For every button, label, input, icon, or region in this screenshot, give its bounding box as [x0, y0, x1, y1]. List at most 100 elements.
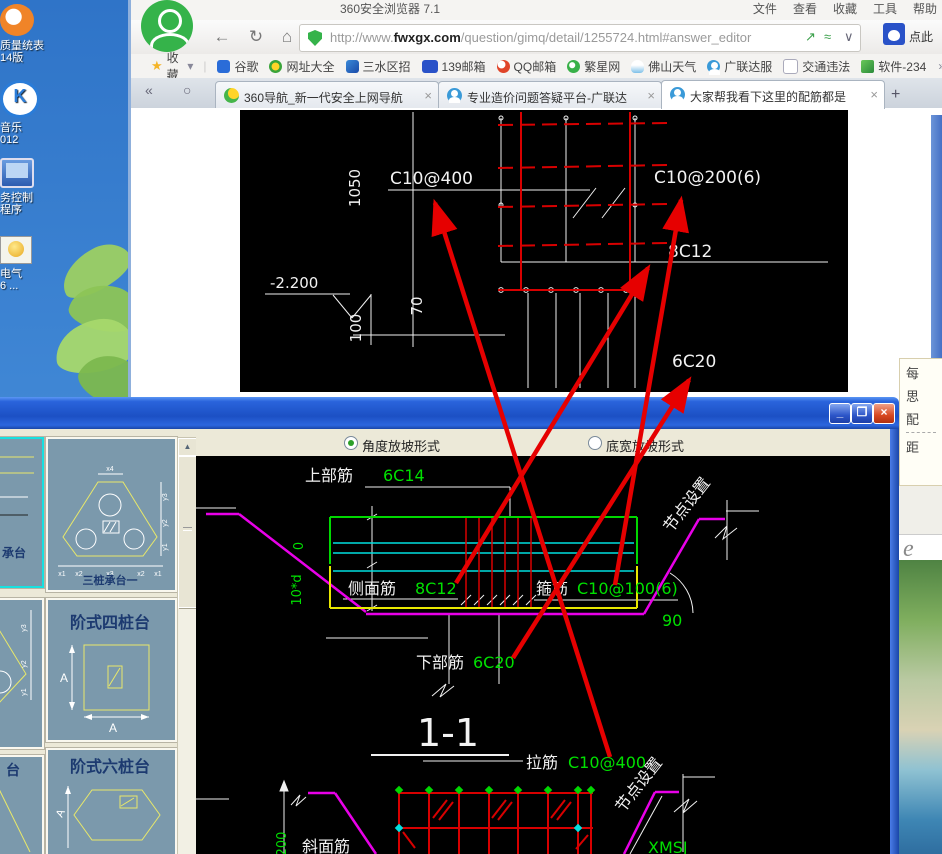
template-cell-selected-partial[interactable]: 承台: [0, 437, 44, 588]
tab-person-favicon: [670, 87, 685, 102]
traffic-doc-favicon: [783, 59, 798, 74]
minimize-icon: _: [837, 405, 844, 419]
desktop-icon-quality[interactable]: 质量统表 14版: [0, 4, 64, 64]
dim-zero: 0: [292, 542, 307, 550]
bookmark-weather[interactable]: 佛山天气: [631, 58, 696, 75]
side-rebar-lines: [333, 543, 634, 571]
template-scrollbar[interactable]: ▲: [177, 437, 198, 854]
tab-rebar-question[interactable]: 大家帮我看下这里的配筋都是 ×: [661, 80, 885, 109]
browser-titlebar[interactable]: 360安全浏览器 7.1 文件 查看 收藏 工具 帮助: [131, 0, 942, 20]
tab-close-icon[interactable]: ×: [870, 87, 878, 102]
bookmark-fanxing[interactable]: 繁星网: [567, 58, 620, 75]
dim-label: y2: [21, 660, 28, 668]
template-cell-partial-2[interactable]: y3 y2 y1: [0, 598, 44, 749]
favorites-caret-icon[interactable]: ▾: [187, 59, 193, 73]
menu-favorites[interactable]: 收藏: [833, 0, 857, 17]
address-bar[interactable]: http://www.fwxgx.com/question/gimq/detai…: [299, 24, 861, 52]
radio-angle-slope[interactable]: [344, 436, 358, 450]
cad-dim-1050: 1050: [346, 169, 364, 207]
extension-icon[interactable]: ≈: [824, 29, 831, 44]
minimize-button[interactable]: _: [829, 403, 851, 424]
bookmark-qqmail[interactable]: QQ邮箱: [497, 58, 557, 75]
tab-360-nav[interactable]: 360导航_新一代安全上网导航 ×: [215, 81, 439, 109]
template-cell-partial-3[interactable]: 台: [0, 755, 44, 854]
section-drawing-canvas[interactable]: 上部筋 6C14 侧面筋 8C12 箍筋 C10@100(6) 下部筋 6C20…: [196, 456, 890, 854]
question-cad-image[interactable]: 1050 C10@400 C10@200(6) 8C12 6C20 -2.200…: [240, 110, 848, 392]
template-cell-four-pile[interactable]: 阶式四桩台 A A: [46, 598, 177, 742]
baidu-search-label[interactable]: 点此: [909, 28, 933, 45]
close-button[interactable]: ×: [873, 403, 895, 424]
dialog-titlebar[interactable]: [0, 397, 899, 429]
bookmark-google[interactable]: 谷歌: [217, 58, 258, 75]
music-app-icon: K: [0, 80, 40, 118]
bookmark-glodon[interactable]: 广联达服: [707, 58, 772, 75]
tab-list-back-icon[interactable]: «: [145, 82, 153, 98]
weather-cloud-favicon: [631, 60, 644, 73]
tab-person-favicon: [447, 88, 462, 103]
menu-file[interactable]: 文件: [753, 0, 777, 17]
cad-label-6c20: 6C20: [672, 352, 716, 372]
window-title: 360安全浏览器 7.1: [340, 0, 440, 17]
bookmark-software[interactable]: 软件-234: [861, 58, 926, 75]
label-bottom-bar: 下部筋: [416, 653, 464, 672]
dim-label: y3: [21, 624, 28, 632]
page-gray-block: [899, 486, 942, 535]
desktop-icon-electric[interactable]: 电气 6 ...: [0, 236, 64, 292]
menu-help[interactable]: 帮助: [913, 0, 937, 17]
back-button[interactable]: ←: [209, 24, 235, 50]
user-avatar[interactable]: [141, 0, 193, 52]
glodon-favicon: [707, 60, 720, 73]
favorites-star-icon[interactable]: ★: [151, 58, 163, 74]
value-stirrup: C10@100(6): [577, 579, 678, 598]
site-shield-icon: [308, 30, 322, 46]
fragment-char: 思: [906, 386, 942, 405]
dim-label: A: [60, 671, 68, 685]
electric-app-icon: [0, 236, 32, 264]
share-icon[interactable]: ↗: [805, 29, 816, 45]
service-app-icon: [0, 158, 34, 188]
tab-close-icon[interactable]: ×: [424, 88, 432, 103]
mail139-favicon: [422, 60, 438, 73]
scroll-up-button[interactable]: ▲: [178, 438, 197, 456]
label-top-bar: 上部筋: [305, 466, 353, 485]
radio-width-label[interactable]: 底宽放坡形式: [606, 436, 684, 455]
page-blue-panel: [931, 115, 942, 358]
baidu-search-icon[interactable]: [883, 23, 905, 45]
bookmarks-overflow-icon[interactable]: »: [938, 59, 942, 73]
home-button[interactable]: ⌂: [274, 24, 300, 50]
refresh-button[interactable]: ↻: [243, 24, 269, 50]
template-cell-three-pile[interactable]: x4 y3 y2 y1 x1 x2 x3 x2 x1 三桩承台一: [46, 437, 177, 592]
tab-qa-platform[interactable]: 专业造价问题答疑平台-广联达 ×: [438, 81, 662, 109]
tab-restore-icon[interactable]: ○: [183, 82, 191, 98]
bookmark-wangzhi[interactable]: 网址大全: [269, 58, 334, 75]
menu-bar: 文件 查看 收藏 工具 帮助: [753, 0, 937, 17]
new-tab-button[interactable]: +: [891, 86, 900, 104]
url-text[interactable]: http://www.fwxgx.com/question/gimq/detai…: [330, 30, 751, 45]
top-rebar-lines: [330, 517, 637, 564]
dim-label: A: [54, 807, 68, 819]
icon-label: 14版: [0, 52, 23, 64]
menu-view[interactable]: 查看: [793, 0, 817, 17]
dim-label: y1: [21, 688, 28, 696]
fragment-char: 配: [906, 409, 942, 428]
icon-label: 电气: [0, 268, 22, 280]
template-cell-six-pile[interactable]: 阶式六桩台 A: [46, 748, 177, 854]
bookmark-traffic[interactable]: 交通违法: [783, 58, 850, 75]
desktop-icon-service[interactable]: 务控制 程序: [0, 158, 64, 216]
template-name: 阶式六桩台: [70, 757, 150, 776]
dropdown-chevron-icon[interactable]: ∨: [844, 29, 854, 45]
tab-close-icon[interactable]: ×: [647, 88, 655, 103]
bookmark-139mail[interactable]: 139邮箱: [422, 58, 486, 75]
desktop-icon-music[interactable]: K 音乐 012: [0, 80, 64, 146]
sanshui-favicon: [346, 60, 359, 73]
bookmark-sanshui[interactable]: 三水区招: [346, 58, 411, 75]
menu-tools[interactable]: 工具: [873, 0, 897, 17]
maximize-button[interactable]: ❐: [851, 403, 873, 424]
label-tie-bar: 拉筋: [526, 753, 558, 772]
radio-angle-label[interactable]: 角度放坡形式: [362, 436, 440, 455]
software-favicon: [861, 60, 874, 73]
scrollbar-thumb[interactable]: [178, 456, 197, 608]
close-icon: ×: [880, 405, 887, 419]
radio-width-slope[interactable]: [588, 436, 602, 450]
dim-label: y2: [162, 519, 169, 527]
